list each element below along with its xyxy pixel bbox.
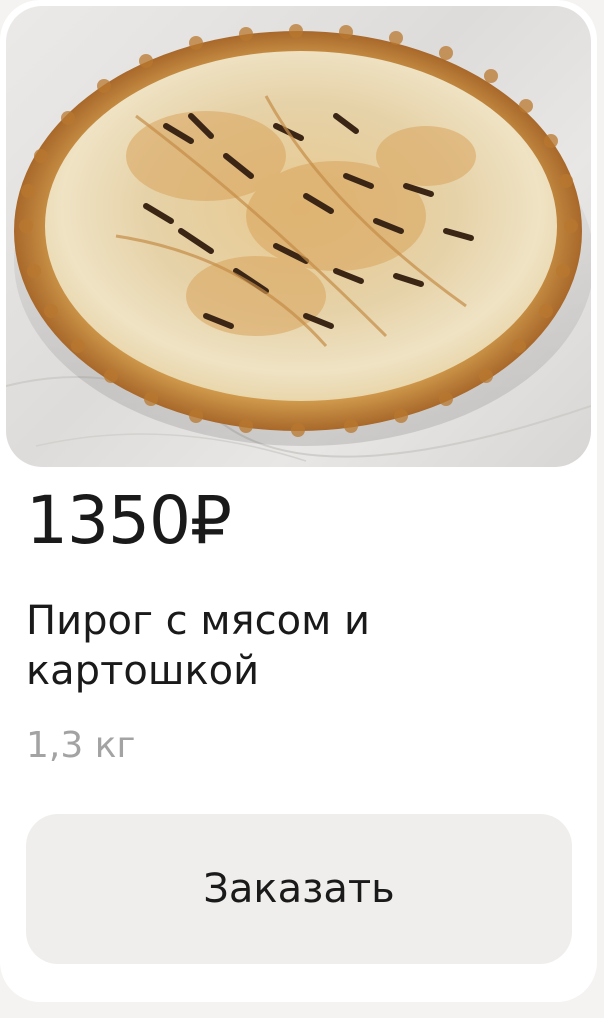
- product-price: 1350₽: [26, 482, 232, 559]
- product-image[interactable]: [6, 6, 591, 467]
- order-button[interactable]: Заказать: [26, 814, 572, 964]
- product-card[interactable]: 1350₽ Пирог с мясом и картошкой 1,3 кг З…: [0, 0, 597, 1002]
- product-title: Пирог с мясом и картошкой: [26, 598, 370, 694]
- pie-illustration: [6, 24, 591, 462]
- product-weight: 1,3 кг: [26, 725, 136, 766]
